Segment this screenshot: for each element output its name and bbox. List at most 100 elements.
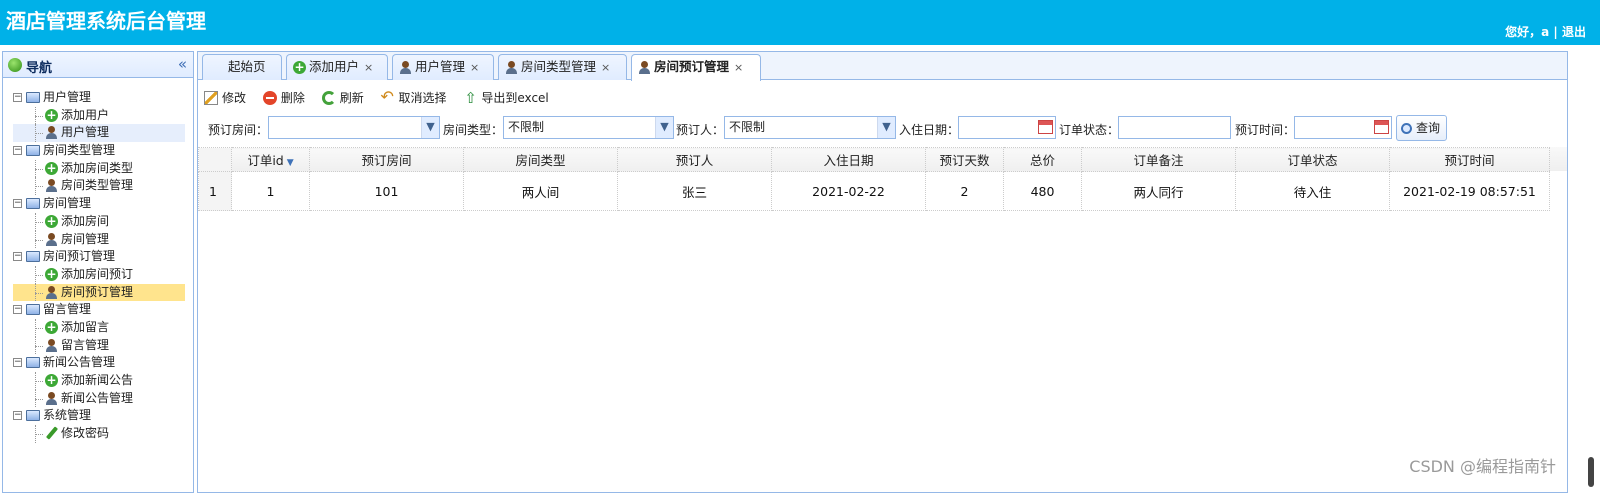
tab[interactable]: 房间预订管理 × bbox=[631, 54, 761, 81]
checkin-date-label: 入住日期： bbox=[899, 123, 960, 137]
sidebar-item[interactable]: + 添加房间预订 bbox=[13, 265, 185, 284]
column-header[interactable]: 订单备注 bbox=[1081, 147, 1236, 172]
column-header[interactable]: 总价 bbox=[1003, 147, 1082, 172]
tab-label: 起始页 bbox=[228, 59, 266, 74]
chevron-down-icon[interactable]: ▼ bbox=[655, 117, 673, 138]
collapse-toggle-icon[interactable]: − bbox=[13, 411, 22, 421]
logout-link[interactable]: 退出 bbox=[1562, 25, 1586, 39]
sidebar-item[interactable]: + 添加房间类型 bbox=[13, 159, 185, 178]
chevron-down-icon[interactable]: ▼ bbox=[421, 117, 439, 138]
user-icon bbox=[399, 61, 412, 74]
user-icon bbox=[505, 61, 518, 74]
sidebar-group[interactable]: − 新闻公告管理 bbox=[13, 354, 185, 372]
room-type-select[interactable]: 不限制 ▼ bbox=[503, 116, 674, 139]
column-header-label: 订单id bbox=[247, 153, 284, 168]
table-cell: 2021-02-22 bbox=[771, 171, 926, 211]
column-header-label: 预订房间 bbox=[361, 153, 412, 168]
sidebar-item[interactable]: + 添加房间 bbox=[13, 212, 185, 231]
page-scrollbar[interactable] bbox=[1588, 457, 1594, 487]
tree-guide-line bbox=[35, 221, 43, 223]
order-status-input[interactable] bbox=[1118, 116, 1231, 139]
column-header[interactable]: 订单id ▼ bbox=[231, 147, 310, 172]
query-button[interactable]: 查询 bbox=[1396, 115, 1448, 141]
close-icon[interactable]: × bbox=[734, 61, 743, 74]
sidebar-item[interactable]: + 添加新闻公告 bbox=[13, 372, 185, 390]
refresh-icon bbox=[321, 91, 336, 105]
sidebar-group[interactable]: − 房间类型管理 bbox=[13, 142, 185, 160]
delete-button[interactable]: 删除 bbox=[262, 88, 305, 108]
sidebar-item-label: 添加留言 bbox=[61, 319, 110, 334]
sidebar-group[interactable]: − 房间预订管理 bbox=[13, 248, 185, 266]
booking-time-input[interactable] bbox=[1294, 116, 1392, 139]
close-icon[interactable]: × bbox=[601, 61, 610, 74]
collapse-toggle-icon[interactable]: − bbox=[13, 199, 22, 209]
unselect-button[interactable]: 取消选择 bbox=[381, 87, 447, 108]
tab-label: 房间类型管理 bbox=[521, 59, 597, 74]
app-title: 酒店管理系统后台管理 bbox=[6, 9, 206, 33]
room-select[interactable]: ▼ bbox=[268, 116, 440, 139]
sidebar-group[interactable]: − 用户管理 bbox=[13, 89, 185, 107]
app-header: 酒店管理系统后台管理 您好，a | 退出 bbox=[0, 0, 1600, 45]
collapse-toggle-icon[interactable]: − bbox=[13, 252, 22, 262]
collapse-icon[interactable]: « bbox=[178, 55, 187, 73]
sidebar-item[interactable]: 新闻公告管理 bbox=[13, 389, 185, 408]
folder-icon bbox=[26, 251, 40, 263]
row-number: 1 bbox=[198, 171, 232, 211]
sidebar-item[interactable]: 用户管理 bbox=[13, 124, 185, 143]
column-header[interactable]: 预订人 bbox=[617, 147, 772, 172]
collapse-toggle-icon[interactable]: − bbox=[13, 146, 22, 156]
export-button[interactable]: 导出到excel bbox=[463, 88, 548, 108]
refresh-label: 刷新 bbox=[339, 91, 364, 105]
add-icon: + bbox=[45, 266, 58, 281]
calendar-icon[interactable] bbox=[1374, 120, 1389, 134]
sidebar-group[interactable]: − 房间管理 bbox=[13, 195, 185, 213]
column-header[interactable]: 预订天数 bbox=[925, 147, 1004, 172]
sidebar-item[interactable]: 修改密码 bbox=[13, 425, 185, 443]
column-header[interactable]: 订单状态 bbox=[1235, 147, 1390, 172]
edit-label: 修改 bbox=[222, 91, 247, 105]
orders-grid: 订单id ▼ 预订房间 房间类型 预订人 入住日期 预订天数 总价 订单备注 订单状态 预订时间 1… bbox=[198, 147, 1567, 211]
sidebar-item[interactable]: 留言管理 bbox=[13, 336, 185, 355]
refresh-button[interactable]: 刷新 bbox=[321, 88, 364, 108]
sidebar-item[interactable]: 房间预订管理 bbox=[13, 283, 185, 302]
user-area: 您好，a | 退出 bbox=[1505, 23, 1586, 40]
booking-time-label: 预订时间： bbox=[1235, 123, 1296, 137]
person-select[interactable]: 不限制 ▼ bbox=[724, 116, 896, 139]
tab-strip: 起始页 + 添加用户 × 用户管理 × 房间类型管理 × 房间预订管理 × bbox=[198, 52, 1567, 81]
sidebar-item[interactable]: 房间管理 bbox=[13, 230, 185, 249]
close-icon[interactable]: × bbox=[364, 61, 373, 74]
sidebar-item[interactable]: + 添加留言 bbox=[13, 318, 185, 337]
chevron-down-icon[interactable]: ▼ bbox=[877, 117, 895, 138]
tree-guide-line bbox=[35, 398, 43, 400]
collapse-toggle-icon[interactable]: − bbox=[13, 93, 22, 102]
sort-desc-icon: ▼ bbox=[286, 158, 294, 168]
tree-guide-line bbox=[35, 327, 43, 329]
table-cell: 1 bbox=[231, 171, 310, 211]
close-icon[interactable]: × bbox=[470, 61, 479, 74]
column-header[interactable]: 入住日期 bbox=[771, 147, 926, 172]
tree-guide-line bbox=[35, 239, 43, 241]
tab[interactable]: 房间类型管理 × bbox=[498, 54, 627, 80]
column-header[interactable]: 预订时间 bbox=[1389, 147, 1550, 172]
tab[interactable]: + 添加用户 × bbox=[286, 54, 388, 80]
collapse-toggle-icon[interactable]: − bbox=[13, 305, 22, 315]
watermark: CSDN @编程指南针 bbox=[1409, 457, 1556, 476]
edit-icon bbox=[204, 91, 218, 105]
edit-button[interactable]: 修改 bbox=[204, 88, 246, 108]
grid-header-row: 订单id ▼ 预订房间 房间类型 预订人 入住日期 预订天数 总价 订单备注 订单状态 预订时间 bbox=[198, 147, 1550, 172]
tab[interactable]: 用户管理 × bbox=[392, 54, 494, 80]
table-row[interactable]: 1 1 101 两人间 张三 2021-02-22 2 480 两人同行 待入住 2021-02-1… bbox=[198, 171, 1550, 211]
sidebar-item[interactable]: 房间类型管理 bbox=[13, 177, 185, 196]
add-icon: + bbox=[45, 373, 58, 387]
tab[interactable]: 起始页 bbox=[202, 54, 282, 80]
sidebar-group[interactable]: − 留言管理 bbox=[13, 301, 185, 319]
query-label: 查询 bbox=[1416, 121, 1441, 135]
column-header[interactable]: 预订房间 bbox=[309, 147, 464, 172]
sidebar-item-label: 新闻公告管理 bbox=[61, 390, 134, 405]
sidebar-group[interactable]: − 系统管理 bbox=[13, 407, 185, 425]
column-header[interactable]: 房间类型 bbox=[463, 147, 618, 172]
collapse-toggle-icon[interactable]: − bbox=[13, 358, 22, 368]
checkin-date-input[interactable] bbox=[958, 116, 1056, 139]
sidebar-item[interactable]: + 添加用户 bbox=[13, 106, 185, 125]
calendar-icon[interactable] bbox=[1038, 120, 1053, 134]
